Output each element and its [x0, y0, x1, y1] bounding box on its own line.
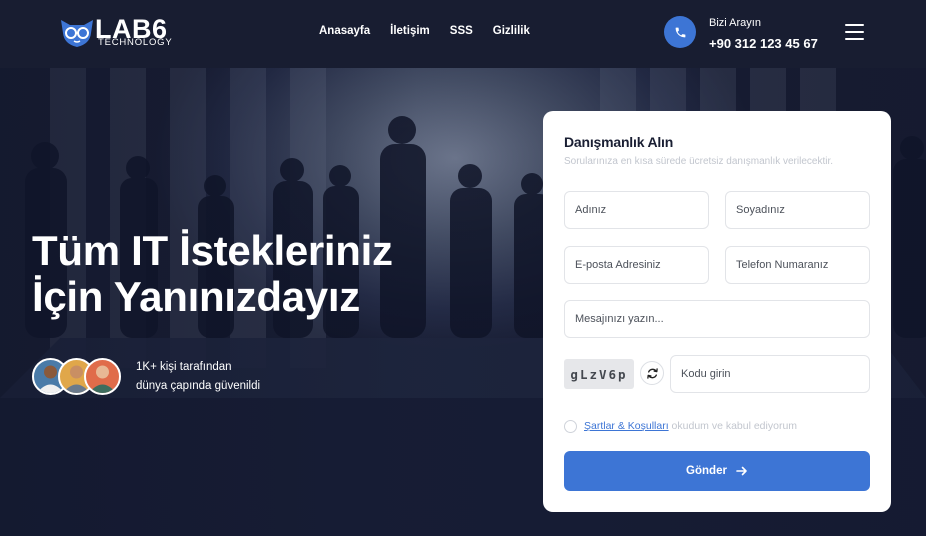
terms-checkbox[interactable]: [564, 420, 577, 433]
refresh-icon: [646, 367, 658, 379]
trust-text-line1: 1K+ kişi tarafından: [136, 361, 232, 373]
fox-glasses-icon: [61, 20, 93, 47]
nav-item-home[interactable]: Anasayfa: [319, 25, 370, 37]
hamburger-menu-icon[interactable]: [845, 24, 864, 40]
arrow-right-icon: [736, 466, 747, 476]
phone-button[interactable]: [664, 16, 696, 48]
submit-button[interactable]: Gönder: [564, 451, 870, 491]
avatar: [84, 358, 121, 395]
hero-title-line2: İçin Yanınızdayız: [32, 273, 360, 320]
brand-tagline: TECHNOLOGY: [98, 37, 173, 48]
trusted-avatars: [32, 358, 122, 396]
first-name-field[interactable]: [564, 191, 709, 229]
phone-number[interactable]: +90 312 123 45 67: [709, 36, 818, 51]
message-field[interactable]: [564, 300, 870, 338]
brand-logo[interactable]: LAB6 TECHNOLOGY: [58, 14, 188, 52]
submit-label: Gönder: [686, 465, 727, 477]
form-title: Danışmanlık Alın: [564, 134, 674, 150]
main-nav: Anasayfa İletişim SSS Gizlilik: [319, 25, 530, 37]
nav-item-privacy[interactable]: Gizlilik: [493, 25, 530, 37]
terms-text: Şartlar & Koşulları okudum ve kabul ediy…: [584, 420, 797, 432]
email-field[interactable]: [564, 246, 709, 284]
terms-accept-text: okudum ve kabul ediyorum: [671, 420, 798, 432]
consultation-form: Danışmanlık Alın Sorularınıza en kısa sü…: [543, 111, 891, 512]
terms-link[interactable]: Şartlar & Koşulları: [584, 420, 669, 432]
nav-item-contact[interactable]: İletişim: [390, 25, 430, 37]
phone-field[interactable]: [725, 246, 870, 284]
call-us-label: Bizi Arayın: [709, 17, 761, 29]
captcha-image: gLzV6p: [564, 359, 634, 389]
hero-title-line1: Tüm IT İstekleriniz: [32, 227, 393, 274]
last-name-field[interactable]: [725, 191, 870, 229]
nav-item-faq[interactable]: SSS: [450, 25, 473, 37]
site-header: LAB6 TECHNOLOGY Anasayfa İletişim SSS Gi…: [0, 0, 926, 68]
form-subtitle: Sorularınıza en kısa sürede ücretsiz dan…: [564, 156, 834, 167]
refresh-captcha-button[interactable]: [640, 361, 664, 385]
hero-title: Tüm IT İstekleriniz İçin Yanınızdayız: [32, 228, 393, 320]
phone-icon: [675, 27, 685, 37]
trust-text-line2: dünya çapında güvenildi: [136, 380, 261, 392]
captcha-input[interactable]: [670, 355, 870, 393]
